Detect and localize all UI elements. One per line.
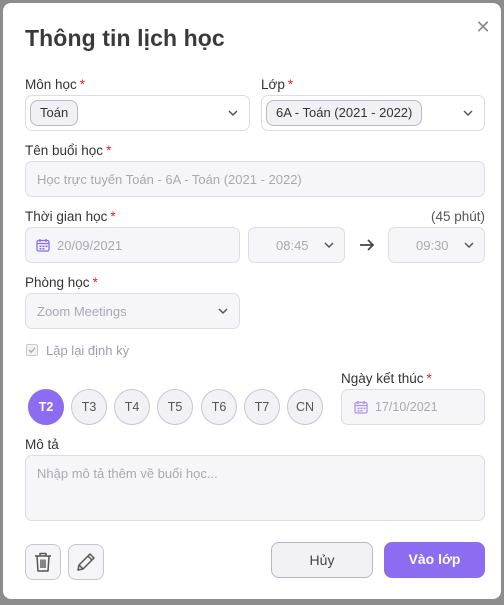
required-mark: * — [110, 209, 116, 224]
required-mark: * — [426, 371, 432, 386]
subject-chip: Toán — [30, 100, 79, 126]
room-select[interactable]: Zoom Meetings — [25, 293, 240, 329]
room-label: Phòng học * — [25, 275, 98, 290]
repeat-checkbox[interactable] — [26, 344, 38, 356]
weekday-t3[interactable]: T3 — [71, 389, 107, 425]
end-time-value: 09:30 — [416, 238, 449, 253]
time-label: Thời gian học * — [25, 209, 116, 224]
subject-label-text: Môn học — [25, 77, 77, 92]
session-name-input[interactable]: Học trực tuyến Toán - 6A - Toán (2021 - … — [25, 161, 485, 197]
description-placeholder: Nhập mô tả thêm về buổi học... — [37, 466, 218, 481]
description-textarea[interactable]: Nhập mô tả thêm về buổi học... — [25, 455, 485, 521]
weekday-t7[interactable]: T7 — [244, 389, 280, 425]
dialog-title: Thông tin lịch học — [25, 25, 225, 51]
delete-button[interactable] — [25, 544, 61, 580]
class-chip: 6A - Toán (2021 - 2022) — [266, 100, 423, 126]
description-label: Mô tả — [25, 437, 59, 452]
class-select[interactable]: 6A - Toán (2021 - 2022) — [261, 95, 485, 131]
required-mark: * — [92, 275, 98, 290]
session-name-label: Tên buổi học * — [25, 143, 111, 158]
chevron-down-icon — [324, 242, 334, 249]
time-label-text: Thời gian học — [25, 209, 108, 224]
chevron-down-icon — [464, 242, 474, 249]
date-input[interactable]: 20/09/2021 — [25, 227, 240, 263]
cancel-button[interactable]: Hủy — [271, 542, 373, 578]
room-value: Zoom Meetings — [37, 304, 127, 319]
end-date-input[interactable]: 17/10/2021 — [341, 389, 485, 425]
pencil-icon — [77, 553, 95, 571]
duration-text: (45 phút) — [430, 209, 485, 224]
trash-icon — [35, 552, 51, 572]
weekday-t4[interactable]: T4 — [114, 389, 150, 425]
weekday-cn[interactable]: CN — [287, 389, 323, 425]
end-date-label: Ngày kết thúc * — [341, 371, 432, 386]
weekday-t2[interactable]: T2 — [28, 389, 64, 425]
date-value: 20/09/2021 — [57, 238, 123, 253]
end-time-select[interactable]: 09:30 — [388, 227, 485, 263]
required-mark: * — [79, 77, 86, 92]
room-label-text: Phòng học — [25, 275, 90, 290]
subject-select[interactable]: Toán — [25, 95, 250, 131]
required-mark: * — [106, 143, 112, 158]
check-icon — [28, 347, 36, 354]
close-icon[interactable]: ✕ — [473, 17, 493, 37]
session-name-label-text: Tên buổi học — [25, 143, 104, 158]
chevron-down-icon — [463, 110, 473, 117]
repeat-label: Lặp lại định kỳ — [46, 343, 130, 358]
edit-button[interactable] — [68, 544, 104, 580]
calendar-icon — [354, 401, 368, 414]
subject-label: Môn học * — [25, 77, 85, 92]
session-name-value: Học trực tuyến Toán - 6A - Toán (2021 - … — [37, 172, 302, 187]
class-label: Lớp * — [261, 77, 293, 92]
start-time-select[interactable]: 08:45 — [248, 227, 345, 263]
chevron-down-icon — [228, 110, 238, 117]
schedule-dialog: Thông tin lịch học ✕ Môn học * Toán Lớp * … — [3, 3, 501, 599]
end-date-value: 17/10/2021 — [375, 400, 438, 414]
start-time-value: 08:45 — [276, 238, 309, 253]
chevron-down-icon — [218, 308, 228, 315]
weekday-t6[interactable]: T6 — [201, 389, 237, 425]
calendar-icon — [36, 239, 50, 252]
end-date-label-text: Ngày kết thúc — [341, 371, 424, 386]
join-class-button[interactable]: Vào lớp — [384, 542, 485, 578]
required-mark: * — [287, 77, 294, 92]
arrow-right-icon — [360, 239, 375, 251]
class-label-text: Lớp — [261, 77, 285, 92]
weekday-t5[interactable]: T5 — [157, 389, 193, 425]
